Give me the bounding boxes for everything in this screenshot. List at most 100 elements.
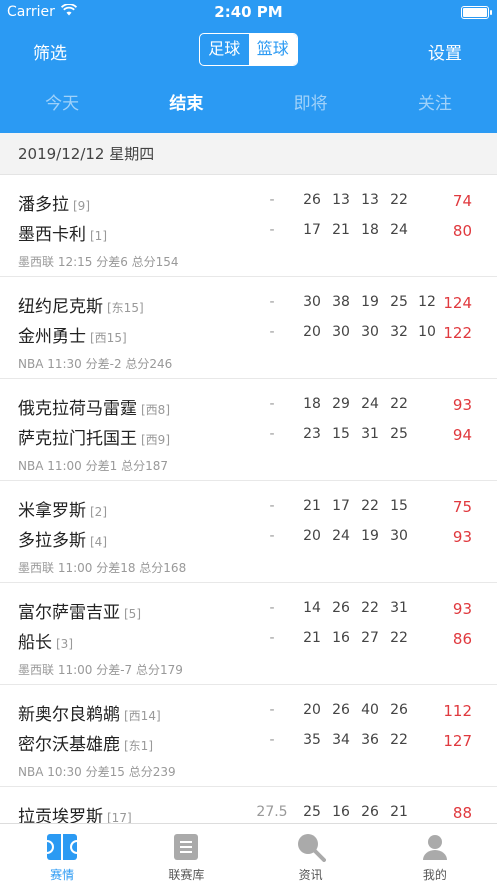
team-name: 萨克拉门托国王 [18,429,137,449]
team-name-cell: 密尔沃基雄鹿 [东1] [18,730,153,755]
quarter-score: 18 [303,396,321,412]
team-name: 新奥尔良鹈鹕 [18,705,120,725]
team-rank: [西8] [141,403,170,417]
filter-button[interactable]: 筛选 [33,39,67,64]
team-name: 拉贡埃罗斯 [18,807,103,823]
quarter-score: 16 [332,630,350,646]
quarter-score: 20 [303,702,321,718]
game-list[interactable]: 潘多拉 [9] - 26 13 13 22 74 墨西卡利 [1] - 17 21 18 24 80 墨西联 1… [0,175,497,823]
tab-finished[interactable]: 结束 [124,76,248,133]
person-icon [373,832,497,862]
nav-bar: 筛选 足球 篮球 设置 [0,24,497,76]
team-rank: [17] [107,811,132,823]
total-score: 124 [443,294,472,312]
total-score: 80 [452,222,472,240]
team-rank: [3] [56,637,73,651]
segment-football[interactable]: 足球 [200,34,249,65]
team-name: 潘多拉 [18,195,69,215]
team-name-cell: 拉贡埃罗斯 [17] [18,802,132,823]
quarter-score: 22 [390,192,408,208]
game-card[interactable]: 富尔萨雷吉亚 [5] - 14 26 22 31 93 船长 [3] - 21 16 27 22 86 墨西联 … [0,583,497,685]
total-score: 93 [452,600,472,618]
quarter-score: 34 [332,732,350,748]
team-rank: [东1] [124,739,153,753]
quarter-score: 30 [361,324,379,340]
quarter-score: 10 [418,324,436,340]
game-card[interactable]: 拉贡埃罗斯 [17] 27.5 25 16 26 21 88 [0,787,497,823]
quarter-score: 13 [361,192,379,208]
quarter-score: 22 [361,498,379,514]
quarter-score: 12 [418,294,436,310]
quarter-score: 24 [332,528,350,544]
spread: - [269,192,275,208]
spread: - [269,294,275,310]
game-meta: 墨西联 12:15 分差6 总分154 [18,255,179,269]
quarter-score: 26 [361,804,379,820]
quarter-score: 22 [390,630,408,646]
quarter-score: 22 [390,396,408,412]
tabbar-item-news[interactable]: 资讯 [249,824,373,883]
game-meta: NBA 11:30 分差-2 总分246 [18,357,173,371]
team-name: 米拿罗斯 [18,501,86,521]
quarter-score: 31 [361,426,379,442]
total-score: 122 [443,324,472,342]
team-rank: [西9] [141,433,170,447]
spread: - [269,324,275,340]
spread: - [269,396,275,412]
tabbar-label: 联赛库 [168,868,205,882]
team-name: 富尔萨雷吉亚 [18,603,120,623]
quarter-score: 22 [361,600,379,616]
game-card[interactable]: 俄克拉荷马雷霆 [西8] - 18 29 24 22 93 萨克拉门托国王 [西9] - 23 15 31… [0,379,497,481]
team-rank: [2] [90,505,107,519]
total-score: 112 [443,702,472,720]
team-rank: [1] [90,229,107,243]
tabbar-item-match[interactable]: 赛情 [0,824,124,883]
quarter-score: 38 [332,294,350,310]
team-rank: [西14] [124,709,161,723]
quarter-score: 19 [361,528,379,544]
tab-today[interactable]: 今天 [0,76,124,133]
tabbar-item-league[interactable]: 联赛库 [124,824,248,883]
game-meta: 墨西联 11:00 分差-7 总分179 [18,663,183,677]
quarter-score: 26 [332,600,350,616]
spread: - [269,600,275,616]
team-name: 墨西卡利 [18,225,86,245]
team-name-cell: 萨克拉门托国王 [西9] [18,424,170,449]
team-name-cell: 多拉多斯 [4] [18,526,107,551]
away-team-row: 萨克拉门托国王 [西9] - 23 15 31 25 94 [0,420,497,450]
home-team-row: 米拿罗斯 [2] - 21 17 22 15 75 [0,492,497,522]
quarter-score: 31 [390,600,408,616]
quarter-score: 21 [390,804,408,820]
tabbar-label: 资讯 [298,868,323,882]
away-team-row: 金州勇士 [西15] - 20 30 30 32 10 122 [0,318,497,348]
quarter-score: 21 [332,222,350,238]
quarter-score: 22 [390,732,408,748]
game-card[interactable]: 新奥尔良鹈鹕 [西14] - 20 26 40 26 112 密尔沃基雄鹿 [东1] - 35 34 36… [0,685,497,787]
away-team-row: 多拉多斯 [4] - 20 24 19 30 93 [0,522,497,552]
quarter-score: 24 [361,396,379,412]
home-team-row: 富尔萨雷吉亚 [5] - 14 26 22 31 93 [0,594,497,624]
quarter-score: 14 [303,600,321,616]
team-rank: [4] [90,535,107,549]
team-name-cell: 富尔萨雷吉亚 [5] [18,598,141,623]
settings-button[interactable]: 设置 [428,39,462,64]
tab-upcoming[interactable]: 即将 [249,76,373,133]
team-name: 金州勇士 [18,327,86,347]
team-name: 船长 [18,633,52,653]
game-meta: NBA 10:30 分差15 总分239 [18,765,176,779]
game-card[interactable]: 米拿罗斯 [2] - 21 17 22 15 75 多拉多斯 [4] - 20 24 19 30 93 墨西联 … [0,481,497,583]
tab-following[interactable]: 关注 [373,76,497,133]
clock: 2:40 PM [214,3,283,21]
team-name-cell: 俄克拉荷马雷霆 [西8] [18,394,170,419]
spread: 27.5 [256,804,288,820]
home-team-row: 俄克拉荷马雷霆 [西8] - 18 29 24 22 93 [0,390,497,420]
game-card[interactable]: 潘多拉 [9] - 26 13 13 22 74 墨西卡利 [1] - 17 21 18 24 80 墨西联 1… [0,175,497,277]
away-team-row: 船长 [3] - 21 16 27 22 86 [0,624,497,654]
team-name-cell: 墨西卡利 [1] [18,220,107,245]
segment-basketball[interactable]: 篮球 [248,34,297,65]
quarter-score: 26 [332,702,350,718]
game-card[interactable]: 纽约尼克斯 [东15] - 30 38 19 25 12 124 金州勇士 [西15] - 20 30 30… [0,277,497,379]
search-icon [249,832,373,862]
tabbar-item-me[interactable]: 我的 [373,824,497,883]
quarter-score: 20 [303,324,321,340]
